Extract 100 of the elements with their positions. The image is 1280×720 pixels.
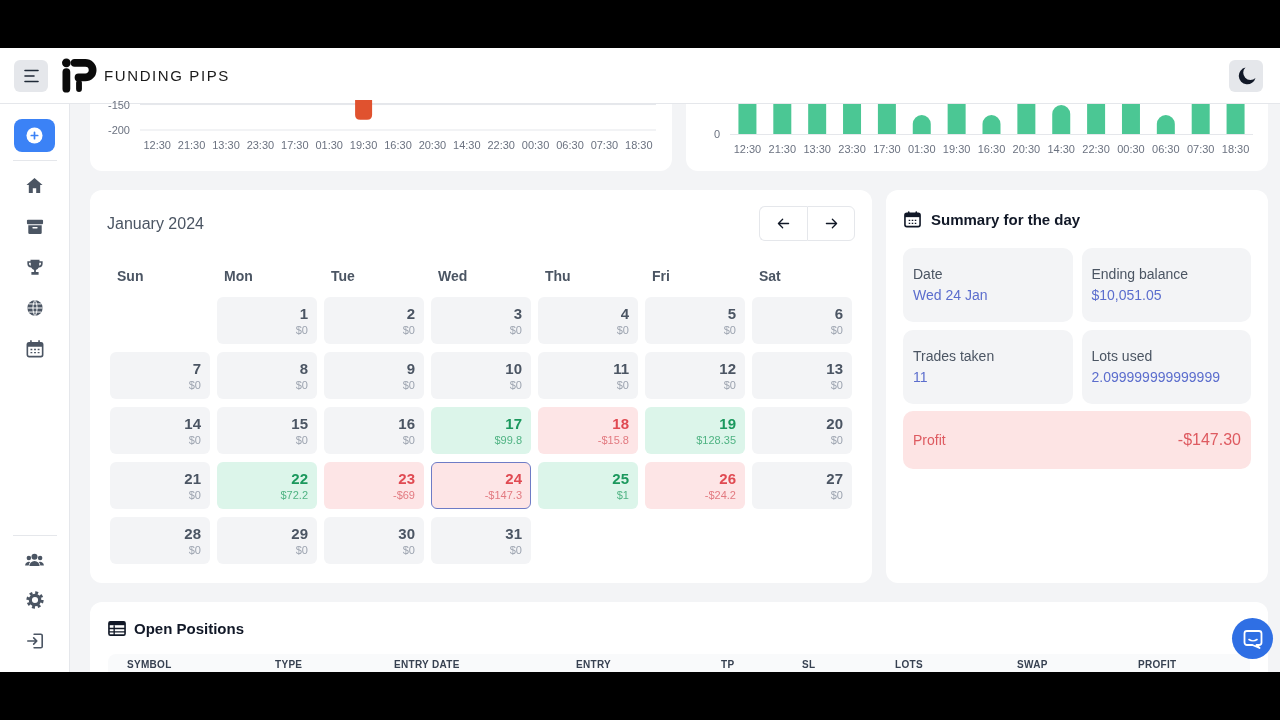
x-axis-label: 12:30 — [143, 139, 171, 151]
x-axis-label: 16:30 — [384, 139, 412, 151]
column-header: LOTS — [895, 659, 924, 671]
weekday-label: Mon — [223, 268, 254, 284]
calendar-day[interactable]: 8 $0 — [217, 352, 317, 399]
globe-icon — [25, 299, 44, 317]
profit-value: -$147.30 — [1177, 431, 1241, 449]
calendar-day[interactable]: 16 $0 — [324, 407, 424, 454]
column-header: TP — [721, 659, 736, 671]
column-header: SWAP — [1017, 659, 1049, 671]
x-axis-label: 06:30 — [556, 139, 584, 151]
settings-icon — [25, 591, 44, 609]
brand-name: FUNDING PIPS — [104, 67, 230, 84]
x-axis-label: 20:30 — [418, 139, 447, 151]
home-icon — [25, 176, 44, 194]
stat-label: Ending balance — [1091, 265, 1189, 283]
calendar-title: January 2024 — [107, 214, 204, 233]
plus-icon — [26, 127, 43, 144]
calendar-day[interactable]: 10 $0 — [431, 352, 531, 399]
x-axis-label: 14:30 — [1047, 143, 1075, 155]
y-axis-label: -150 — [107, 100, 130, 111]
calendar-day[interactable]: 7 $0 — [110, 352, 210, 399]
weekday-label: Fri — [651, 268, 671, 284]
chart-bar — [355, 100, 373, 120]
calendar-day[interactable]: 13 $0 — [752, 352, 852, 399]
section-title: Summary for the day — [931, 210, 1081, 228]
calendar-day[interactable]: 5 $0 — [645, 297, 745, 344]
calendar-day[interactable]: 15 $0 — [217, 407, 317, 454]
x-axis-label: 00:30 — [1117, 143, 1145, 155]
calendar-icon — [904, 210, 921, 228]
x-axis-label: 17:30 — [281, 139, 309, 151]
column-header: PROFIT — [1138, 659, 1178, 671]
x-axis-label: 17:30 — [873, 143, 901, 155]
stat-value: 2.099999999999999 — [1091, 368, 1220, 386]
calendar-day[interactable]: 3 $0 — [431, 297, 531, 344]
calendar-day[interactable]: 11 $0 — [538, 352, 638, 399]
stat-label: Trades taken — [913, 347, 995, 365]
moon-icon — [1236, 66, 1256, 85]
calendar-day[interactable]: 9 $0 — [324, 352, 424, 399]
calendar-day[interactable]: 29 $0 — [217, 517, 317, 564]
y-axis-label: 0 — [713, 128, 720, 140]
weekday-label: Sun — [116, 268, 145, 284]
calendar-day[interactable]: 6 $0 — [752, 297, 852, 344]
logo-icon — [62, 58, 97, 93]
x-axis-label: 07:30 — [590, 139, 619, 151]
x-axis-label: 13:30 — [212, 139, 240, 151]
calendar-day[interactable]: 27 $0 — [752, 462, 852, 509]
chat-icon — [1242, 628, 1263, 649]
x-axis-label: 14:30 — [453, 139, 481, 151]
x-axis-label: 13:30 — [803, 143, 831, 155]
profit-label: Profit — [913, 432, 946, 448]
calendar-day[interactable]: 2 $0 — [324, 297, 424, 344]
x-axis-label: 23:30 — [838, 143, 866, 155]
x-axis-label: 23:30 — [246, 139, 275, 151]
column-header: SYMBOL — [127, 659, 173, 671]
x-axis-label: 22:30 — [1082, 143, 1110, 155]
add-button[interactable] — [14, 119, 55, 152]
x-axis-label: 18:30 — [625, 139, 653, 151]
x-axis-label: 06:30 — [1152, 143, 1180, 155]
x-axis-label: 01:30 — [908, 143, 936, 155]
calendar-day[interactable]: 21 $0 — [110, 462, 210, 509]
calendar-day[interactable]: 1 $0 — [217, 297, 317, 344]
trophy-icon — [25, 258, 44, 276]
weekday-label: Tue — [330, 268, 356, 284]
stat-value: $10,051.05 — [1091, 286, 1162, 304]
calendar-icon — [25, 340, 44, 358]
weekday-label: Thu — [544, 268, 572, 284]
calendar-day[interactable]: 4 $0 — [538, 297, 638, 344]
column-header: SL — [802, 659, 817, 671]
calendar-day[interactable]: 31 $0 — [431, 517, 531, 564]
stat-value: 11 — [913, 368, 928, 386]
calendar-day[interactable]: 20 $0 — [752, 407, 852, 454]
x-axis-label: 20:30 — [1012, 143, 1041, 155]
logout-icon — [25, 632, 44, 650]
weekday-label: Sat — [758, 268, 782, 284]
theme-toggle-button[interactable] — [1229, 59, 1263, 92]
calendar-day[interactable]: 14 $0 — [110, 407, 210, 454]
x-axis-label: 21:30 — [177, 139, 206, 151]
x-axis-label: 00:30 — [521, 139, 550, 151]
x-axis-label: 22:30 — [487, 139, 515, 151]
x-axis-label: 19:30 — [349, 139, 378, 151]
x-axis-label: 12:30 — [733, 143, 762, 155]
section-title: Open Positions — [134, 619, 244, 637]
stat-label: Date — [913, 265, 943, 283]
x-axis-label: 18:30 — [1221, 143, 1250, 155]
calendar-day[interactable]: 30 $0 — [324, 517, 424, 564]
x-axis-label: 07:30 — [1186, 143, 1215, 155]
calendar-day[interactable]: 12 $0 — [645, 352, 745, 399]
users-icon — [25, 551, 44, 567]
column-header: ENTRY — [576, 659, 613, 671]
x-axis-label: 16:30 — [977, 143, 1006, 155]
menu-button[interactable] — [14, 59, 48, 92]
box-icon — [25, 217, 44, 235]
calendar-day[interactable]: 28 $0 — [110, 517, 210, 564]
stat-value: Wed 24 Jan — [913, 286, 988, 304]
x-axis-label: 19:30 — [942, 143, 971, 155]
y-axis-label: -200 — [107, 124, 130, 136]
x-axis-label: 21:30 — [768, 143, 797, 155]
menu-icon — [23, 68, 39, 83]
table-icon — [108, 619, 126, 637]
